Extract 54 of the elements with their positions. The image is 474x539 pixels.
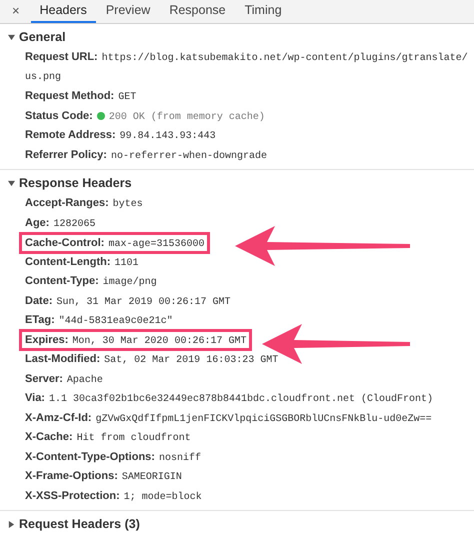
header-value: Mon, 30 Mar 2020 00:26:17 GMT [72,335,246,350]
expanded-triangle-icon [8,34,15,40]
header-name: Via: [25,391,45,406]
header-name: X-XSS-Protection: [25,488,120,504]
tab[interactable]: Timing [236,0,291,23]
section-toggle[interactable]: General [0,26,66,48]
header-name: Accept-Ranges: [25,196,109,212]
header-name: ETag: [25,313,55,328]
header-name: Expires: [25,333,68,348]
header-value: Sat, 02 Mar 2019 16:03:23 GMT [104,354,278,368]
tab[interactable]: Preview [96,0,160,23]
expanded-triangle-icon [8,180,15,186]
header-value: SAMEORIGIN [122,471,182,486]
header-name: Status Code: [25,108,93,124]
tab[interactable]: Response [160,0,235,23]
header-value: https://blog.katsubemakito.net/wp-content/plugins/gtranslate/ [102,52,468,66]
header-name: Request URL: [25,50,98,66]
header-name: Date: [25,294,53,309]
header-name: Age: [25,216,50,231]
header-value: 1.1 30ca3f02b1bc6e32449ec878b8441bdc.cloudfront.net (CloudFront) [48,392,434,408]
header-name: Content-Length: [25,254,111,270]
header-name: X-Amz-Cf-Id: [25,410,92,426]
tab[interactable]: Headers [30,0,96,23]
header-name: Remote Address: [25,128,116,144]
header-value: Sun, 31 Mar 2019 00:26:17 GMT [56,296,231,310]
section-toggle[interactable]: Response Headers [0,172,132,194]
header-value: 200 OK (from memory cache) [108,110,265,125]
header-name: Content-Type: [25,274,99,290]
header-value: 99.84.143.93:443 [120,130,216,144]
header-value: 1282065 [53,218,96,232]
section-toggle[interactable]: Request Headers (3) [0,513,140,535]
header-name: Request Method: [25,89,114,104]
header-value: us.png [25,70,62,85]
header-value: GET [118,91,136,106]
header-name: Last-Modified: [25,352,100,368]
header-value: nosniff [158,452,201,466]
header-value: bytes [112,198,143,212]
header-name: Server: [25,372,63,387]
header-value: 1; mode=block [124,490,202,505]
header-value: max-age=31536000 [108,238,204,252]
header-value: image/png [102,276,157,290]
header-value: Apache [66,374,103,388]
header-name: X-Cache: [25,430,73,446]
header-name: Referrer Policy: [25,148,107,163]
header-value: gZVwGxQdfIfpmL1jenFICKVlpqiciGSGBORblUCnsFNkBlu-ud0eZw== [96,412,432,427]
header-name: X-Content-Type-Options: [25,450,155,465]
header-value: "44d-5831ea9c0e21c" [58,314,173,330]
header-value: 1101 [114,256,139,271]
header-value: no-referrer-when-downgrade [110,150,267,164]
header-name: X-Frame-Options: [25,469,118,484]
close-button[interactable]: × [10,0,22,23]
header-value: Hit from cloudfront [76,432,191,446]
collapsed-triangle-icon [8,520,15,528]
header-name: Cache-Control: [25,236,104,251]
